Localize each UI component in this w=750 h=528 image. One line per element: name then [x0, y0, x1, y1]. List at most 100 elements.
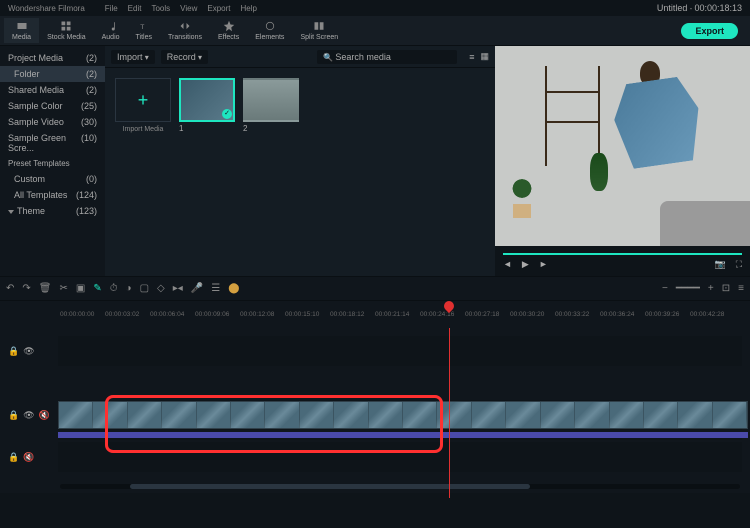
tab-audio[interactable]: Audio — [94, 18, 128, 43]
ruler-tick: 00:00:18:12 — [330, 311, 364, 318]
preview-panel: ◄ ▶ ► 📷 ⛶ — [495, 46, 750, 276]
delete-icon[interactable]: 🗑 — [39, 283, 52, 294]
snapshot-icon[interactable]: 📷 — [714, 259, 725, 270]
ruler-tick: 00:00:21:14 — [375, 311, 409, 318]
sidebar-sample-color[interactable]: Sample Color(25) — [0, 98, 105, 114]
sidebar-sample-video[interactable]: Sample Video(30) — [0, 114, 105, 130]
voiceover-icon[interactable]: 🎤 — [191, 283, 203, 294]
tab-bar: Media Stock Media Audio TTitles Transiti… — [0, 16, 750, 46]
sidebar-sample-green[interactable]: Sample Green Scre...(10) — [0, 130, 105, 156]
menu-help[interactable]: Help — [240, 4, 256, 13]
mark-in-icon[interactable]: ▸◂ — [173, 283, 183, 294]
tab-stock[interactable]: Stock Media — [39, 18, 94, 43]
export-button[interactable]: Export — [681, 23, 738, 39]
menu-view[interactable]: View — [180, 4, 197, 13]
edit-icon[interactable]: ✎ — [93, 283, 101, 294]
undo-icon[interactable]: ↶ — [6, 283, 14, 294]
media-panel: Import ▾ Record ▾ 🔍 Search media ≡ ▦ + I… — [105, 46, 495, 276]
track-video: 🔒 👁 🔇 — [0, 400, 750, 430]
menu-export[interactable]: Export — [207, 4, 230, 13]
tab-transitions[interactable]: Transitions — [160, 18, 210, 43]
zoom-slider[interactable]: ━━━━ — [676, 283, 700, 294]
mixer-icon[interactable]: ☰ — [211, 283, 220, 294]
eye-icon[interactable]: 👁 — [23, 410, 34, 421]
check-icon: ✓ — [222, 109, 232, 119]
sort-icon[interactable]: ≡ — [469, 52, 474, 62]
green-screen-icon[interactable]: ▢ — [140, 283, 149, 294]
ruler-tick: 00:00:00:00 — [60, 311, 94, 318]
track-body[interactable] — [58, 442, 742, 472]
ruler-tick: 00:00:33:22 — [555, 311, 589, 318]
split-icon[interactable]: ✂ — [59, 283, 67, 294]
tab-elements[interactable]: Elements — [247, 18, 292, 43]
speed-icon[interactable]: ⏱ — [110, 283, 118, 294]
menu-edit[interactable]: Edit — [128, 4, 142, 13]
sidebar-theme[interactable]: Theme(123) — [0, 203, 105, 219]
play-icon[interactable]: ▶ — [522, 259, 529, 270]
media-clip-2[interactable]: 2 — [243, 78, 299, 133]
grid-view-icon[interactable]: ▦ — [480, 51, 489, 62]
sidebar-custom[interactable]: Custom(0) — [0, 171, 105, 187]
track-body[interactable] — [58, 400, 742, 430]
eye-icon[interactable]: 👁 — [23, 346, 34, 357]
sidebar-folder[interactable]: Folder(2) — [0, 66, 105, 82]
sidebar-project-media[interactable]: Project Media(2) — [0, 50, 105, 66]
ruler-tick: 00:00:09:06 — [195, 311, 229, 318]
track-body[interactable] — [58, 336, 742, 366]
clip-label: 1 — [179, 124, 235, 133]
track-body[interactable] — [58, 432, 742, 440]
ruler-tick: 00:00:03:02 — [105, 311, 139, 318]
color-icon[interactable]: ◑ — [126, 283, 132, 294]
timeline-scrollbar[interactable] — [60, 484, 740, 489]
track-audio — [0, 432, 750, 440]
tab-media[interactable]: Media — [4, 18, 39, 43]
preview-viewport[interactable] — [495, 46, 750, 246]
zoom-out-icon[interactable]: − — [662, 283, 668, 294]
lock-icon[interactable]: 🔒 — [8, 410, 19, 421]
top-menu: File Edit Tools View Export Help — [105, 4, 257, 13]
sidebar-shared[interactable]: Shared Media(2) — [0, 82, 105, 98]
fullscreen-icon[interactable]: ⛶ — [736, 259, 742, 270]
sidebar: Project Media(2) Folder(2) Shared Media(… — [0, 46, 105, 276]
prev-frame-icon[interactable]: ◄ — [503, 259, 512, 269]
audio-clip[interactable] — [58, 432, 748, 438]
ruler-tick: 00:00:15:10 — [285, 311, 319, 318]
timeline: 🔒👁 🔒👁🔇 🔒🔇 — [0, 328, 750, 493]
menu-file[interactable]: File — [105, 4, 118, 13]
project-title: Untitled - 00:00:18:13 — [657, 3, 742, 13]
ruler-tick: 00:00:06:04 — [150, 311, 184, 318]
keyframe-icon[interactable]: ◇ — [157, 283, 165, 294]
crop-icon[interactable]: ▣ — [76, 283, 85, 294]
sidebar-all-templates[interactable]: All Templates(124) — [0, 187, 105, 203]
zoom-fit-icon[interactable]: ⊡ — [722, 283, 730, 294]
mute-icon[interactable]: 🔇 — [39, 410, 50, 421]
record-dropdown[interactable]: Record ▾ — [161, 50, 208, 64]
manage-tracks-icon[interactable]: ≡ — [738, 283, 744, 294]
next-frame-icon[interactable]: ► — [539, 259, 548, 269]
import-media-button[interactable]: + — [115, 78, 171, 122]
track-music: 🔒🔇 — [0, 442, 750, 472]
ruler-tick: 00:00:12:08 — [240, 311, 274, 318]
lock-icon[interactable]: 🔒 — [8, 346, 19, 357]
media-clip-1[interactable]: ✓ 1 — [179, 78, 235, 133]
redo-icon[interactable]: ↷ — [22, 283, 30, 294]
ruler-tick: 00:00:36:24 — [600, 311, 634, 318]
ruler-tick: 00:00:39:26 — [645, 311, 679, 318]
ruler-tick: 00:00:42:28 — [690, 311, 724, 318]
video-clip[interactable] — [58, 401, 748, 429]
ruler-tick: 00:00:30:20 — [510, 311, 544, 318]
tab-titles[interactable]: TTitles — [128, 18, 160, 43]
preview-progress[interactable] — [503, 253, 742, 255]
tab-effects[interactable]: Effects — [210, 18, 247, 43]
import-dropdown[interactable]: Import ▾ — [111, 50, 155, 64]
ruler-tick: 00:00:27:18 — [465, 311, 499, 318]
import-label: Import Media — [115, 126, 171, 133]
menu-tools[interactable]: Tools — [151, 4, 170, 13]
search-input[interactable]: 🔍 Search media — [317, 50, 457, 64]
zoom-in-icon[interactable]: + — [708, 283, 714, 294]
lock-icon[interactable]: 🔒 — [8, 452, 19, 463]
render-icon[interactable]: ⬤ — [228, 283, 239, 294]
timeline-ruler[interactable]: 00:00:00:00 00:00:03:02 00:00:06:04 00:0… — [0, 300, 750, 328]
tab-split[interactable]: Split Screen — [292, 18, 346, 43]
mute-icon[interactable]: 🔇 — [23, 452, 34, 463]
